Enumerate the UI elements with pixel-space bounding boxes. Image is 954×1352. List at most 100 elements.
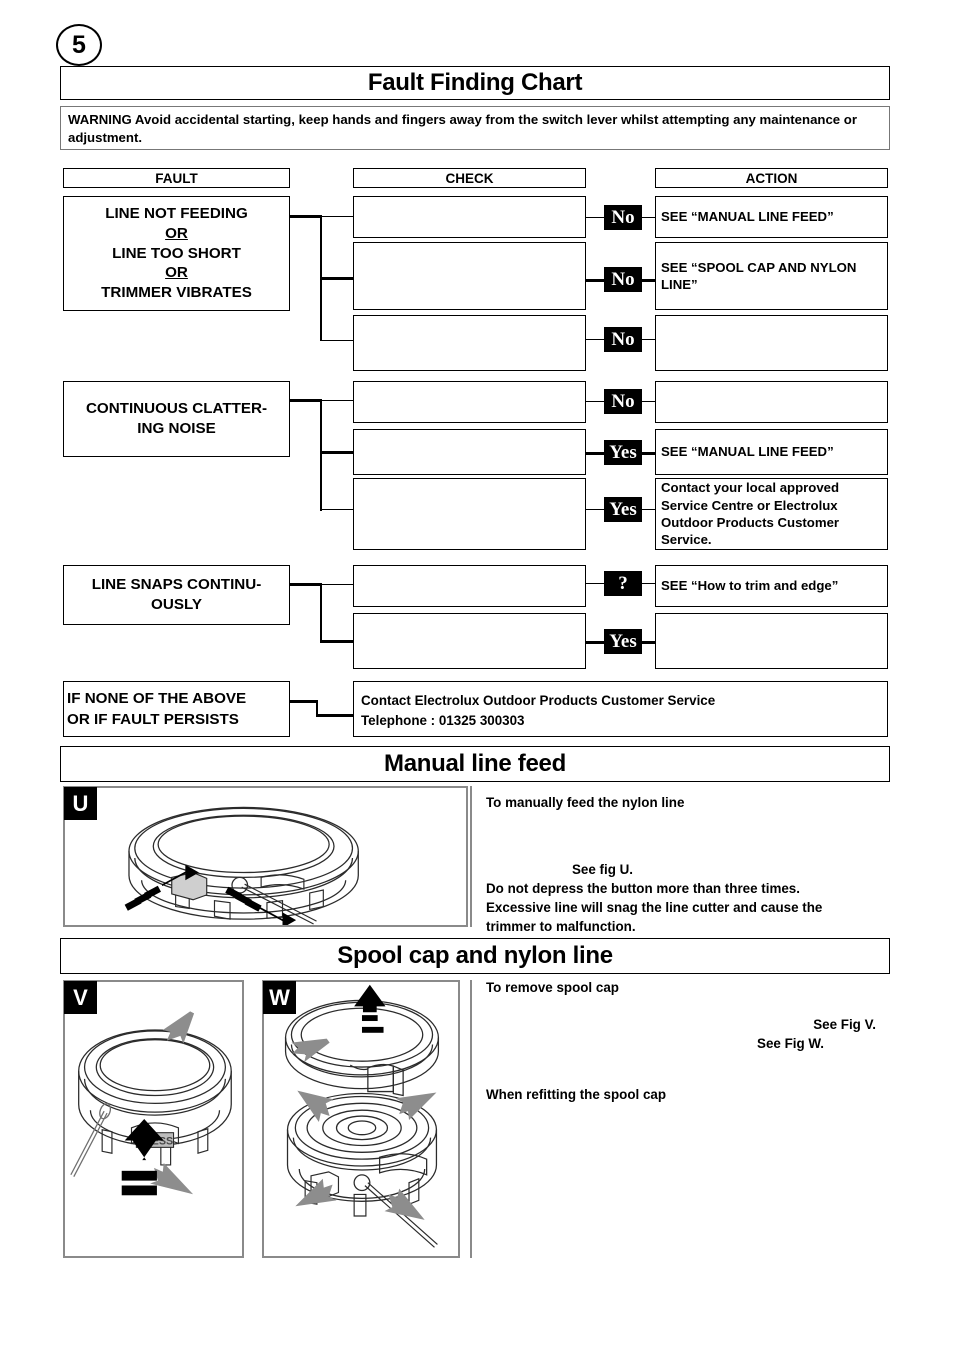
connector bbox=[642, 509, 656, 511]
connector bbox=[642, 339, 656, 341]
connector bbox=[320, 277, 353, 280]
fault-line: TRIMMER VIBRATES bbox=[101, 284, 252, 302]
fault-line: LINE SNAPS CONTINU- bbox=[91, 576, 262, 594]
connector bbox=[320, 400, 353, 402]
decision-badge-label: ? bbox=[618, 572, 628, 594]
fault-line: CONTINUOUS CLATTER- bbox=[85, 400, 268, 418]
warning-text: WARNING Avoid accidental starting, keep … bbox=[68, 112, 857, 145]
connector bbox=[586, 339, 604, 341]
action-box: SEE “SPOOL CAP AND NYLON LINE” bbox=[655, 242, 888, 310]
fault-line: OUSLY bbox=[151, 596, 202, 613]
decision-badge-no: No bbox=[604, 389, 642, 414]
decision-badge-no: No bbox=[604, 205, 642, 230]
connector bbox=[586, 452, 604, 455]
connector bbox=[290, 583, 322, 586]
decision-badge-label: No bbox=[611, 206, 635, 228]
action-box bbox=[655, 613, 888, 669]
page-number-value: 5 bbox=[72, 30, 86, 59]
action-box: SEE “How to trim and edge” bbox=[655, 565, 888, 607]
check-box bbox=[353, 613, 586, 669]
connector bbox=[320, 216, 353, 218]
section-title-text: Manual line feed bbox=[384, 750, 566, 777]
spool-see-fig-w: See Fig W. bbox=[757, 1036, 824, 1052]
figure-u-illustration bbox=[124, 806, 359, 928]
check-box bbox=[353, 478, 586, 550]
manual-feed-see-fig: See fig U. bbox=[572, 862, 634, 878]
connector bbox=[642, 217, 656, 219]
connector bbox=[586, 217, 604, 219]
decision-badge-yes: Yes bbox=[604, 629, 642, 654]
decision-badge-no: No bbox=[604, 327, 642, 352]
manual-feed-intro: To manually feed the nylon line bbox=[486, 795, 685, 810]
connector bbox=[320, 640, 353, 643]
divider bbox=[470, 786, 472, 927]
decision-badge-yes: Yes bbox=[604, 497, 642, 522]
fault-box: LINE NOT FEEDING OR LINE TOO SHORT OR TR… bbox=[63, 196, 290, 311]
action-box: Contact your local approved Service Cent… bbox=[655, 478, 888, 550]
section-title-spool-cap: Spool cap and nylon line bbox=[60, 938, 890, 974]
connector bbox=[290, 700, 318, 703]
action-text: Contact your local approved Service Cent… bbox=[661, 480, 840, 548]
column-header-fault-label: FAULT bbox=[155, 170, 198, 186]
action-text: SEE “MANUAL LINE FEED” bbox=[661, 209, 834, 225]
connector bbox=[320, 583, 323, 643]
fault-line: OR bbox=[165, 264, 188, 282]
connector bbox=[642, 401, 656, 403]
check-box bbox=[353, 196, 586, 238]
action-text: SEE “How to trim and edge” bbox=[661, 578, 839, 594]
connector bbox=[642, 641, 656, 644]
action-box-footer: Contact Electrolux Outdoor Products Cust… bbox=[353, 681, 888, 737]
action-box: SEE “MANUAL LINE FEED” bbox=[655, 196, 888, 238]
figure-v-illustration: PRESS bbox=[70, 1011, 232, 1196]
action-box: SEE “MANUAL LINE FEED” bbox=[655, 429, 888, 475]
decision-badge-label: No bbox=[611, 268, 635, 290]
figure-w-illustration bbox=[284, 984, 440, 1248]
action-footer-line2: Telephone : 01325 300303 bbox=[361, 713, 525, 729]
page-number: 5 bbox=[56, 24, 102, 66]
divider bbox=[470, 980, 472, 1258]
connector bbox=[290, 399, 322, 402]
manual-feed-note-line1: Do not depress the button more than thre… bbox=[486, 881, 800, 897]
decision-badge-label: No bbox=[611, 390, 635, 412]
fault-box: CONTINUOUS CLATTER- ING NOISE bbox=[63, 381, 290, 457]
connector bbox=[586, 279, 604, 282]
decision-badge-question: ? bbox=[604, 571, 642, 596]
check-box bbox=[353, 381, 586, 423]
check-box bbox=[353, 242, 586, 310]
fault-box-footer: IF NONE OF THE ABOVE OR IF FAULT PERSIST… bbox=[63, 681, 290, 737]
column-header-action-label: ACTION bbox=[745, 170, 798, 186]
check-box bbox=[353, 429, 586, 475]
check-box bbox=[353, 565, 586, 607]
spool-see-fig-v: See Fig V. bbox=[813, 1017, 876, 1033]
figure-w-panel: W bbox=[262, 980, 460, 1258]
page-title-text: Fault Finding Chart bbox=[367, 69, 583, 96]
action-footer-line1: Contact Electrolux Outdoor Products Cust… bbox=[361, 693, 716, 708]
fault-line: LINE TOO SHORT bbox=[112, 244, 241, 262]
manual-feed-note-line3: trimmer to malfunction. bbox=[486, 919, 636, 935]
connector bbox=[586, 641, 604, 644]
connector bbox=[642, 452, 656, 455]
action-box bbox=[655, 381, 888, 423]
spool-remove-title: To remove spool cap bbox=[486, 980, 619, 995]
spool-text-block: To remove spool cap See Fig V. See Fig W… bbox=[476, 978, 890, 1102]
column-header-check-label: CHECK bbox=[445, 170, 494, 186]
connector bbox=[586, 509, 604, 511]
connector bbox=[320, 340, 353, 342]
fault-box: LINE SNAPS CONTINU- OUSLY bbox=[63, 565, 290, 625]
figure-v-panel: PRESS V bbox=[63, 980, 244, 1258]
decision-badge-label: No bbox=[611, 328, 635, 350]
fault-line: OR bbox=[165, 224, 188, 242]
column-header-check: CHECK bbox=[353, 168, 586, 188]
figure-w-label: W bbox=[263, 981, 296, 1014]
page-title-fault-finding-chart: Fault Finding Chart bbox=[60, 66, 890, 100]
connector bbox=[642, 583, 656, 585]
warning-box: WARNING Avoid accidental starting, keep … bbox=[60, 106, 890, 150]
figure-v-label: V bbox=[64, 981, 97, 1014]
connector bbox=[316, 714, 355, 717]
connector bbox=[586, 583, 604, 585]
connector bbox=[290, 215, 322, 218]
column-header-action: ACTION bbox=[655, 168, 888, 188]
fault-footer-line2: OR IF FAULT PERSISTS bbox=[67, 710, 239, 728]
decision-badge-label: Yes bbox=[609, 630, 637, 652]
section-title-manual-line-feed: Manual line feed bbox=[60, 746, 890, 782]
